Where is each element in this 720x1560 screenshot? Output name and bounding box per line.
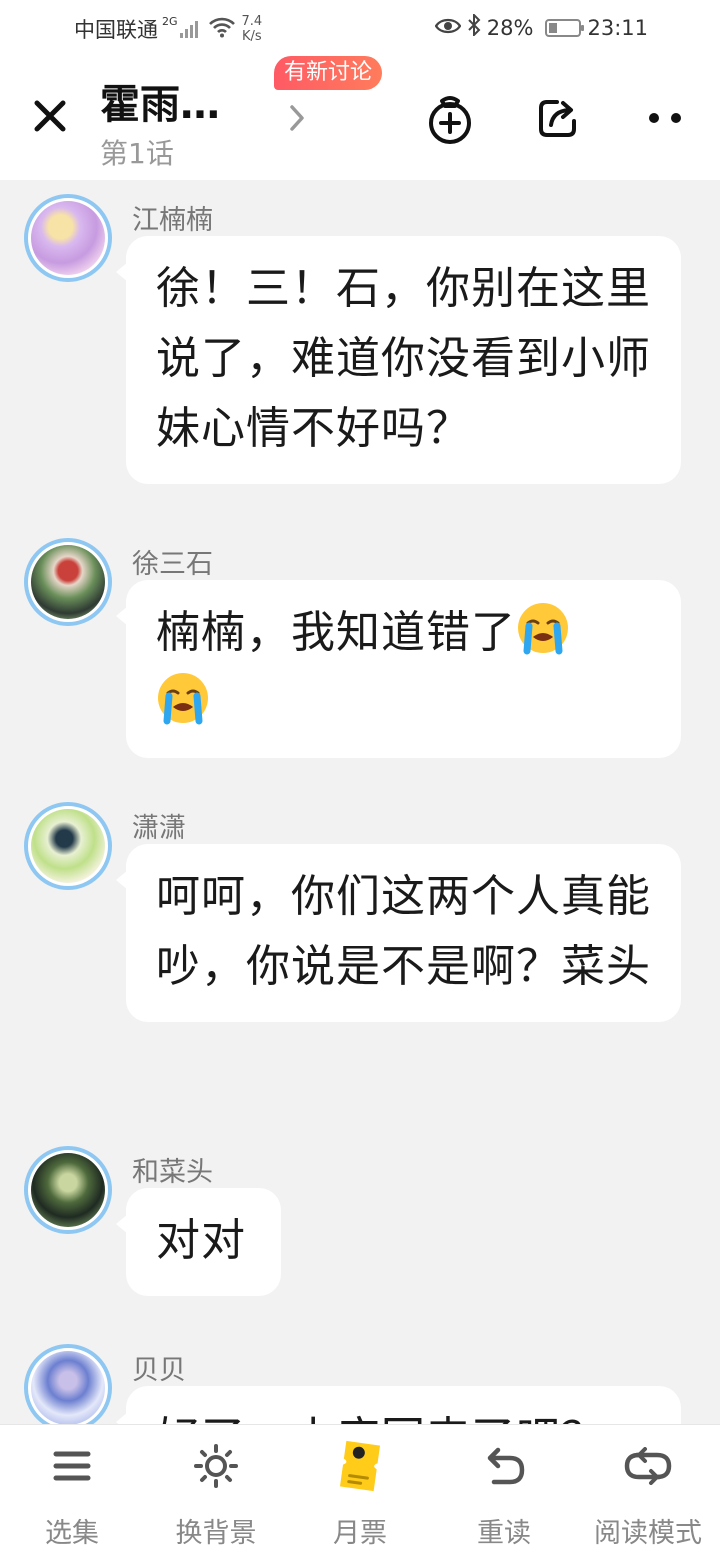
wifi-icon: [208, 16, 236, 43]
message-bubble: 楠楠，我知道错了: [116, 580, 681, 758]
tab-label: 换背景: [175, 1518, 257, 1549]
reader-header: 霍雨… 第1话 有新讨论: [0, 56, 720, 180]
crying-face-icon: [156, 671, 210, 725]
tab-label: 阅读模式: [594, 1518, 702, 1549]
close-icon: [34, 100, 66, 132]
tab-label: 月票: [333, 1518, 387, 1549]
avatar[interactable]: [24, 1146, 112, 1234]
signal-icon: [179, 20, 198, 38]
chevron-right-icon[interactable]: [282, 100, 312, 136]
message-bubble: 好了，小庐回来了吧？: [116, 1386, 681, 1424]
battery-icon: [545, 18, 585, 37]
share-button[interactable]: [530, 90, 586, 146]
sender-name: 和菜头: [132, 1157, 213, 1188]
avatar[interactable]: [24, 194, 112, 282]
new-discussion-badge[interactable]: 有新讨论: [274, 56, 383, 90]
more-dots-icon: [649, 113, 681, 123]
crying-face-icon: [516, 601, 570, 655]
comic-title[interactable]: 霍雨…: [100, 72, 220, 130]
sender-name: 江楠楠: [132, 205, 213, 236]
battery-fill: [549, 22, 558, 33]
message-text: 楠楠，我知道错了: [156, 607, 516, 658]
network-type: 2G: [162, 14, 178, 28]
add-to-shelf-button[interactable]: [422, 90, 478, 146]
tab-label: 选集: [45, 1518, 99, 1549]
speed-value: 7.4: [241, 14, 263, 29]
status-left: 中国联通 2G 7.4 K/s: [74, 14, 262, 44]
reading-mode-icon: [623, 1439, 673, 1493]
avatar[interactable]: [24, 1344, 112, 1424]
message-text: 徐！三！石，你别在这里说了，难道你没看到小师妹心情不好吗？: [156, 263, 651, 454]
bottom-toolbar: 选集 换背景 月票 重读 阅读模式: [0, 1424, 720, 1560]
message-text: 好了，小庐回来了吧？: [156, 1413, 606, 1424]
reread-icon: [479, 1439, 529, 1493]
sender-name: 徐三石: [132, 549, 213, 580]
status-bar: 中国联通 2G 7.4 K/s 28% 23:11: [0, 0, 720, 56]
sender-name: 潇潇: [132, 813, 186, 844]
tab-background[interactable]: 换背景: [144, 1425, 288, 1560]
message-bubble: 徐！三！石，你别在这里说了，难道你没看到小师妹心情不好吗？: [116, 236, 681, 484]
share-icon: [539, 100, 576, 137]
tab-reading-mode[interactable]: 阅读模式: [576, 1425, 720, 1560]
more-button[interactable]: [638, 90, 694, 146]
add-bag-icon: [429, 96, 471, 144]
battery-percent: 28%: [486, 15, 534, 40]
eye-comfort-icon: [434, 16, 462, 40]
avatar[interactable]: [24, 802, 112, 890]
network-speed: 7.4 K/s: [242, 14, 263, 44]
bluetooth-icon: [467, 12, 481, 41]
message-text: 对对: [156, 1215, 246, 1266]
sun-icon: [191, 1439, 241, 1493]
chapter-label[interactable]: 第1话: [100, 132, 174, 172]
message-text: 呵呵，你们这两个人真能吵，你说是不是啊？菜头: [156, 871, 651, 992]
clock: 23:11: [587, 15, 648, 40]
tab-monthly-ticket[interactable]: 月票: [288, 1425, 432, 1560]
sender-name: 贝贝: [132, 1355, 186, 1386]
chat-list[interactable]: 江楠楠 徐！三！石，你别在这里说了，难道你没看到小师妹心情不好吗？ 徐三石 楠楠…: [0, 180, 720, 1424]
monthly-ticket-icon: [335, 1439, 385, 1493]
tab-reread[interactable]: 重读: [432, 1425, 576, 1560]
avatar[interactable]: [24, 538, 112, 626]
menu-icon: [47, 1439, 97, 1493]
message-bubble: 对对: [116, 1188, 281, 1296]
tab-episodes[interactable]: 选集: [0, 1425, 144, 1560]
tab-label: 重读: [477, 1518, 531, 1549]
status-right: 28% 23:11: [434, 12, 648, 41]
speed-unit: K/s: [242, 29, 262, 44]
message-bubble: 呵呵，你们这两个人真能吵，你说是不是啊？菜头: [116, 844, 681, 1022]
close-button[interactable]: [26, 92, 74, 140]
carrier-name: 中国联通: [74, 18, 158, 42]
